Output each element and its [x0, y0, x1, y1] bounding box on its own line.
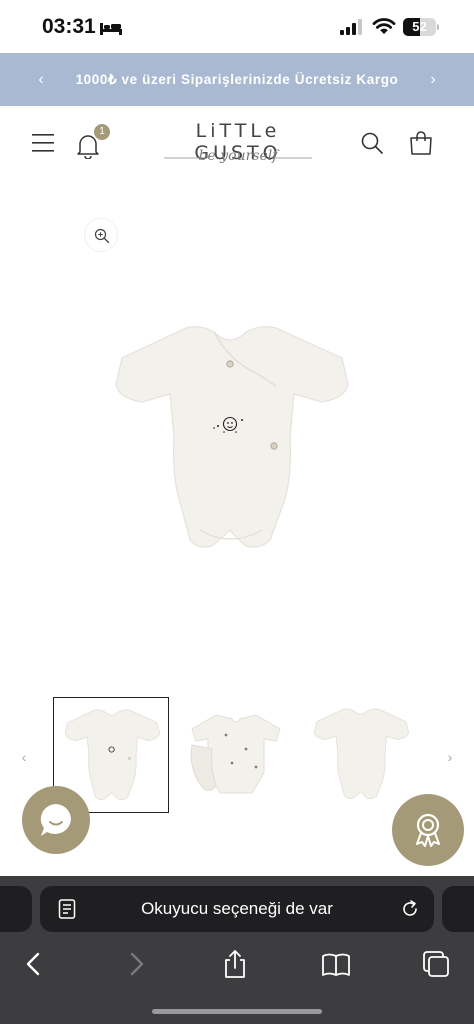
reload-icon[interactable] — [400, 899, 420, 919]
announcement-next-button[interactable]: › — [418, 53, 448, 106]
battery-nub — [437, 24, 439, 30]
battery-icon: 52 — [403, 18, 436, 36]
thumbnail-3[interactable] — [303, 697, 419, 813]
battery-level: 52 — [412, 19, 427, 34]
signal-icon — [340, 19, 362, 35]
zoom-in-icon — [94, 228, 110, 244]
bed-icon — [100, 23, 122, 35]
browser-toolbar: Okuyucu seçeneği de var — [0, 876, 474, 1024]
product-image-bodysuit[interactable] — [108, 322, 354, 558]
thumbnail-bodysuit-front-icon — [64, 709, 160, 800]
zoom-button[interactable] — [84, 218, 118, 252]
thumbnail-bodysuit-back-icon — [313, 708, 409, 799]
thumbnail-next-button[interactable]: › — [440, 747, 460, 767]
notification-badge: 1 — [94, 124, 110, 140]
status-bar: 03:31 52 — [0, 0, 474, 52]
address-text: Okuyucu seçeneği de var — [141, 899, 333, 918]
logo-tagline: be yourself — [198, 148, 278, 164]
forward-icon[interactable] — [120, 948, 152, 980]
status-time: 03:31 — [42, 15, 96, 38]
announcement-bar: ‹ 1000₺ ve üzeri Siparişlerinizde Ücrets… — [0, 53, 474, 106]
share-icon[interactable] — [219, 948, 251, 980]
site-header: 1 LiTTLe GUSTO be yourself — [0, 106, 474, 184]
thumbnail-prev-button[interactable]: ‹ — [14, 747, 34, 767]
cart-icon[interactable] — [408, 130, 434, 156]
thumbnail-bodysuit-open-icon — [190, 714, 281, 794]
wifi-icon — [372, 18, 396, 34]
tabs-icon[interactable] — [420, 948, 452, 980]
address-bar[interactable]: Okuyucu seçeneği de var — [40, 886, 434, 932]
home-indicator — [152, 1009, 322, 1014]
announcement-text[interactable]: 1000₺ ve üzeri Siparişlerinizde Ücretsiz… — [0, 53, 474, 106]
chat-button[interactable] — [22, 786, 90, 854]
brand-logo[interactable]: LiTTLe GUSTO be yourself — [150, 118, 326, 174]
next-tab-stub[interactable] — [442, 886, 474, 932]
bookmarks-icon[interactable] — [320, 948, 352, 980]
search-icon[interactable] — [360, 131, 384, 155]
previous-tab-stub[interactable] — [0, 886, 32, 932]
thumbnail-2[interactable] — [178, 697, 294, 813]
award-icon — [416, 813, 440, 847]
loyalty-button[interactable] — [392, 794, 464, 866]
menu-icon[interactable] — [32, 132, 56, 154]
back-icon[interactable] — [18, 948, 50, 980]
chat-icon — [40, 804, 71, 836]
